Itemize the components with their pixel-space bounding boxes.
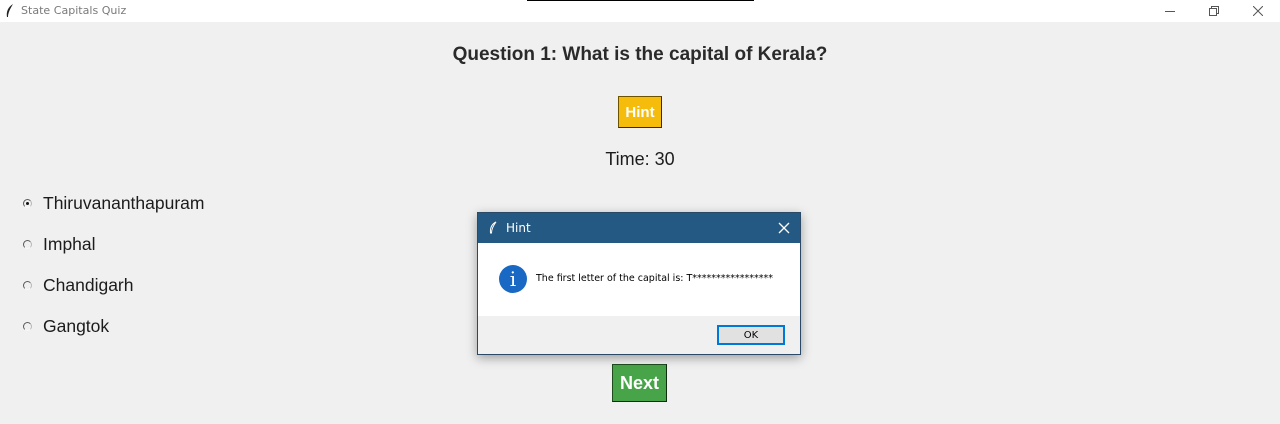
window-title: State Capitals Quiz (21, 4, 127, 17)
radio-icon[interactable] (23, 280, 32, 290)
dialog-message: The first letter of the capital is: T***… (536, 273, 774, 284)
dialog-footer: OK (478, 316, 800, 354)
dialog-body: i The first letter of the capital is: T*… (478, 243, 800, 316)
option-label: Gangtok (43, 315, 110, 336)
hint-button[interactable]: Hint (618, 96, 662, 128)
taskbar-focus-line (527, 0, 754, 1)
hint-dialog: Hint i The first letter of the capital i… (477, 212, 801, 355)
window-titlebar: State Capitals Quiz (0, 0, 1280, 22)
dialog-title: Hint (506, 221, 531, 235)
question-text: Question 1: What is the capital of Keral… (452, 44, 828, 65)
radio-selected-icon[interactable] (23, 198, 32, 208)
radio-icon[interactable] (23, 239, 32, 249)
minimize-button[interactable] (1148, 0, 1192, 22)
option-radio-2[interactable]: Imphal (23, 233, 96, 255)
next-button[interactable]: Next (612, 364, 667, 402)
feather-icon (4, 3, 16, 19)
radio-icon[interactable] (23, 321, 32, 331)
option-radio-1[interactable]: Thiruvananthapuram (23, 192, 204, 214)
option-label: Thiruvananthapuram (43, 192, 205, 213)
restore-icon (1209, 6, 1219, 16)
ok-button[interactable]: OK (717, 325, 785, 345)
close-icon (1253, 6, 1263, 16)
restore-button[interactable] (1192, 0, 1236, 22)
feather-icon (488, 221, 498, 240)
option-radio-3[interactable]: Chandigarh (23, 274, 133, 296)
option-label: Chandigarh (43, 274, 134, 295)
dialog-titlebar: Hint (478, 213, 800, 243)
option-radio-4[interactable]: Gangtok (23, 315, 109, 337)
timer-label: Time: 30 (605, 149, 675, 169)
info-icon: i (499, 265, 527, 293)
dialog-close-icon[interactable] (778, 221, 790, 239)
close-button[interactable] (1236, 0, 1280, 22)
option-label: Imphal (43, 233, 96, 254)
minimize-icon (1165, 11, 1175, 12)
